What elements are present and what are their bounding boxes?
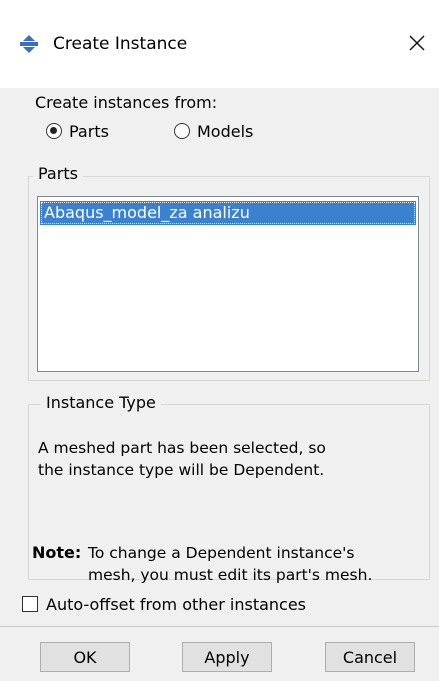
- instance-type-message-line-2: the instance type will be Dependent.: [38, 461, 325, 479]
- apply-button[interactable]: Apply: [182, 642, 272, 672]
- note-line-2: mesh, you must edit its part's mesh.: [88, 566, 373, 584]
- close-button[interactable]: [400, 28, 434, 62]
- abaqus-instance-icon: [20, 35, 38, 53]
- button-separator: [0, 626, 439, 627]
- radio-parts[interactable]: Parts: [46, 120, 109, 142]
- instance-type-message-line-1: A meshed part has been selected, so: [38, 439, 326, 457]
- radio-models-label: Models: [197, 121, 254, 141]
- create-from-label: Create instances from:: [35, 93, 218, 112]
- list-item[interactable]: Abaqus_model_za analizu: [40, 201, 416, 225]
- radio-models-indicator[interactable]: [174, 123, 190, 139]
- auto-offset-checkbox-box[interactable]: [22, 596, 38, 612]
- create-instance-dialog: Create Instance Create instances from: P…: [0, 0, 439, 681]
- auto-offset-label: Auto-offset from other instances: [46, 594, 307, 614]
- radio-models[interactable]: Models: [174, 120, 253, 142]
- instance-type-group-label: Instance Type: [41, 393, 161, 413]
- auto-offset-checkbox[interactable]: Auto-offset from other instances: [22, 593, 306, 615]
- radio-parts-indicator[interactable]: [46, 123, 62, 139]
- window-title: Create Instance: [53, 34, 188, 54]
- note-label: Note:: [32, 543, 82, 562]
- title-bar: Create Instance: [0, 0, 439, 88]
- close-icon: [409, 35, 425, 55]
- note-line-1: To change a Dependent instance's: [88, 544, 355, 562]
- cancel-button[interactable]: Cancel: [325, 642, 415, 672]
- ok-button[interactable]: OK: [40, 642, 130, 672]
- parts-listbox[interactable]: Abaqus_model_za analizu: [37, 196, 419, 372]
- radio-parts-label: Parts: [69, 121, 109, 141]
- parts-group-label: Parts: [33, 164, 83, 184]
